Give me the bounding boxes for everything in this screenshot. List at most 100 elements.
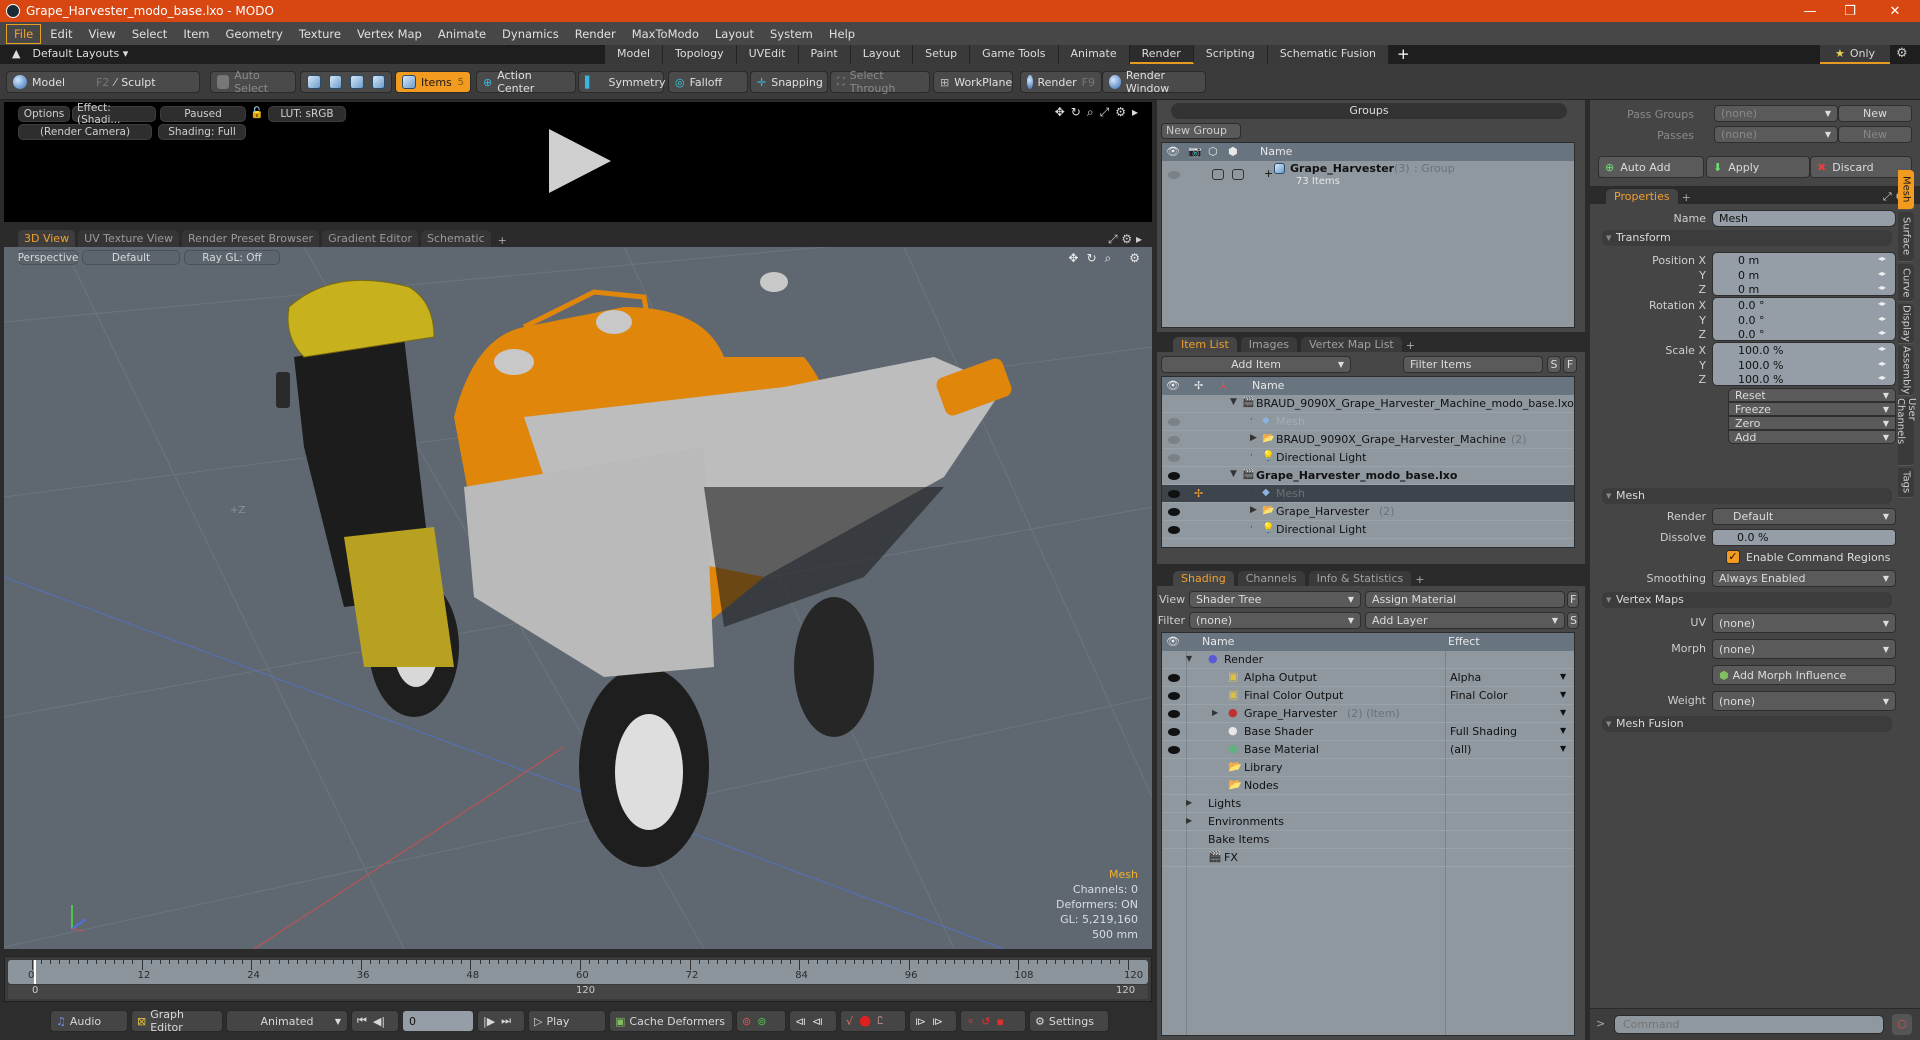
filter-s-button[interactable]: S: [1547, 356, 1561, 373]
filter-f-button[interactable]: F: [1563, 356, 1577, 373]
layout-tab-paint[interactable]: Paint: [798, 45, 851, 64]
add-tab-button[interactable]: +: [1682, 191, 1691, 204]
viewport-options-icon[interactable]: ⤢ ⚙ ▸: [1108, 232, 1142, 247]
shader-tree-row[interactable]: ▼ ● Render: [1162, 651, 1574, 669]
key-delete-icon[interactable]: ▪: [996, 1015, 1003, 1028]
item-name-input[interactable]: Mesh: [1712, 210, 1896, 227]
visibility-eye-icon[interactable]: [1168, 710, 1180, 718]
shader-view-dropdown[interactable]: Shader Tree: [1189, 591, 1361, 608]
command-history-icon[interactable]: ○: [1892, 1014, 1912, 1035]
expand-arrow-icon[interactable]: ▸: [1132, 105, 1138, 120]
expand-arrow-icon[interactable]: ▶: [1250, 505, 1257, 515]
mesh-render-dropdown[interactable]: Default: [1712, 508, 1896, 525]
visibility-eye-icon[interactable]: [1168, 508, 1180, 516]
new-pass-group-button[interactable]: New: [1838, 105, 1912, 122]
value-drag-arrows-icon[interactable]: ◂▸: [1878, 328, 1886, 337]
side-tab-assembly[interactable]: Assembly: [1898, 346, 1914, 396]
tab-vertex-map-list[interactable]: Vertex Map List: [1300, 337, 1402, 352]
assign-material-button[interactable]: Assign Material: [1365, 591, 1565, 608]
tab-render-preset-browser[interactable]: Render Preset Browser: [182, 230, 320, 247]
smoothing-dropdown[interactable]: Always Enabled: [1712, 570, 1896, 587]
shader-tree-row[interactable]: ▶ Lights: [1162, 795, 1574, 813]
perspective-dropdown[interactable]: Perspective: [18, 250, 78, 265]
restore-button[interactable]: ❐: [1830, 0, 1870, 22]
prev-key-icon[interactable]: ⧏: [795, 1015, 806, 1028]
lock-icon[interactable]: 🔓: [250, 106, 264, 119]
raygl-toggle[interactable]: Ray GL: Off: [184, 250, 280, 265]
visibility-eye-icon[interactable]: [1168, 728, 1180, 736]
materials-mode-icon[interactable]: [371, 75, 385, 89]
collapse-arrow-icon[interactable]: ▼: [1230, 397, 1237, 407]
timeline[interactable]: 0 12 24 36 48 60 72 84 96 108 120 0 120 120: [4, 956, 1152, 1002]
tab-info-statistics[interactable]: Info & Statistics: [1308, 571, 1412, 586]
shading-f-button[interactable]: F: [1567, 591, 1579, 608]
visibility-eye-icon[interactable]: [1168, 436, 1180, 444]
rotation-value-field[interactable]: 0.0 °: [1738, 299, 1888, 312]
reset-transform-dropdown[interactable]: Reset: [1728, 388, 1896, 402]
shader-tree-row[interactable]: ▶ ● Grape_Harvester (2) (Item) ▼: [1162, 705, 1574, 723]
layout-tab-model[interactable]: Model: [605, 45, 664, 64]
expand-arrow-icon[interactable]: ▶: [1212, 708, 1218, 717]
layout-tab-scripting[interactable]: Scripting: [1193, 45, 1268, 64]
effect-dropdown-icon[interactable]: ▼: [1560, 672, 1566, 681]
vertex-maps-section[interactable]: Vertex Maps: [1602, 592, 1892, 608]
pan-icon[interactable]: ✥: [1068, 251, 1078, 266]
3d-viewport[interactable]: Perspective Default Ray GL: Off ✥ ↻ ⌕ ⚙ …: [4, 247, 1152, 949]
model-mode-button[interactable]: Model: [32, 76, 65, 89]
enable-command-regions-checkbox[interactable]: ✓: [1726, 550, 1740, 564]
morph-map-dropdown[interactable]: (none): [1712, 639, 1896, 659]
add-morph-influence-button[interactable]: ⬢ Add Morph Influence: [1712, 665, 1896, 685]
settings-button[interactable]: ⚙ Settings: [1029, 1010, 1109, 1032]
menu-system[interactable]: System: [763, 25, 820, 43]
uv-map-dropdown[interactable]: (none): [1712, 613, 1896, 633]
add-tab-button[interactable]: +: [1406, 339, 1415, 352]
shader-tree-row[interactable]: ▶ Environments: [1162, 813, 1574, 831]
discard-button[interactable]: ✖ Discard: [1810, 156, 1912, 178]
menu-render[interactable]: Render: [568, 25, 623, 43]
maximize-icon[interactable]: ⤢: [1100, 105, 1110, 120]
visibility-eye-icon[interactable]: [1168, 490, 1180, 498]
symmetry-button[interactable]: ▌ Symmetry: [578, 71, 666, 93]
viewport-settings-icon[interactable]: ⚙: [1129, 251, 1140, 266]
tab-shading[interactable]: Shading: [1173, 571, 1234, 586]
expand-plus-icon[interactable]: +: [1264, 167, 1273, 180]
play-render-icon[interactable]: [549, 129, 611, 193]
dissolve-field[interactable]: 0.0 %: [1712, 529, 1896, 546]
falloff-button[interactable]: ◎ Falloff: [668, 71, 748, 93]
add-viewport-tab-button[interactable]: +: [494, 234, 511, 247]
apply-button[interactable]: ⬇ Apply: [1706, 156, 1810, 178]
command-input[interactable]: [1614, 1015, 1884, 1034]
key-up-icon[interactable]: ⊚: [742, 1015, 751, 1028]
shader-tree-row[interactable]: 📂 Nodes: [1162, 777, 1574, 795]
edges-mode-icon[interactable]: [328, 75, 342, 89]
position-value-field[interactable]: 0 m: [1738, 283, 1888, 296]
side-tab-curve[interactable]: Curve: [1898, 264, 1914, 302]
shader-tree-row[interactable]: ▣ Alpha Output Alpha ▼: [1162, 669, 1574, 687]
menu-animate[interactable]: Animate: [431, 25, 493, 43]
menu-texture[interactable]: Texture: [292, 25, 348, 43]
menu-maxtomodo[interactable]: MaxToModo: [625, 25, 706, 43]
sculpt-mode-button[interactable]: Sculpt: [121, 76, 155, 89]
value-drag-arrows-icon[interactable]: ◂▸: [1878, 359, 1886, 368]
mesh-section[interactable]: Mesh: [1602, 488, 1892, 504]
effect-dropdown-icon[interactable]: ▼: [1560, 726, 1566, 735]
layout-tab-setup[interactable]: Setup: [913, 45, 971, 64]
layout-tab-animate[interactable]: Animate: [1058, 45, 1130, 64]
effect-dropdown-icon[interactable]: ▼: [1560, 708, 1566, 717]
passes-dropdown[interactable]: (none): [1714, 126, 1838, 143]
side-tab-mesh[interactable]: Mesh: [1898, 170, 1914, 210]
zoom-icon[interactable]: ⌕: [1105, 251, 1112, 266]
item-list-row[interactable]: ✢ · ◆ Mesh: [1162, 485, 1574, 503]
shading-s-button[interactable]: S: [1567, 612, 1579, 629]
graph-editor-button[interactable]: ⊠ Graph Editor: [131, 1008, 223, 1034]
rotate-view-icon[interactable]: ↻: [1071, 105, 1081, 120]
shader-tree-row[interactable]: ● Base Material (all) ▼: [1162, 741, 1574, 759]
render-window-button[interactable]: Render Window: [1102, 69, 1206, 95]
visibility-eye-icon[interactable]: [1168, 674, 1180, 682]
current-frame-marker[interactable]: [34, 960, 36, 984]
shader-tree-row[interactable]: Bake Items: [1162, 831, 1574, 849]
add-transform-dropdown[interactable]: Add: [1728, 430, 1896, 444]
minimize-button[interactable]: —: [1790, 0, 1830, 22]
new-pass-button[interactable]: New: [1838, 126, 1912, 143]
expand-arrow-icon[interactable]: ▶: [1186, 798, 1192, 807]
